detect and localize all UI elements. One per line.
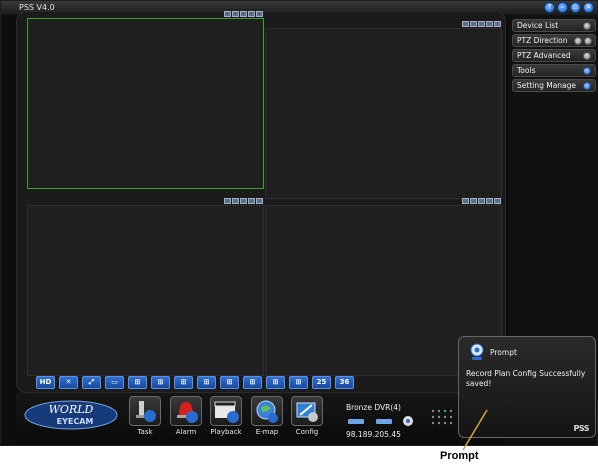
video-cell-2[interactable] [265, 21, 502, 199]
layout-9-icon[interactable]: ⊞ [197, 376, 216, 389]
webcam-icon [470, 343, 484, 360]
zoom-icon[interactable] [248, 198, 255, 204]
prompt-title: Prompt [490, 348, 517, 357]
minimize-icon[interactable]: – [557, 2, 568, 13]
task-icon [129, 396, 161, 426]
snapshot-icon[interactable] [224, 198, 231, 204]
snapshot-icon[interactable] [462, 21, 469, 27]
record-icon[interactable] [470, 21, 477, 27]
close-icon[interactable] [256, 11, 263, 17]
callout-line [462, 409, 488, 451]
task-button[interactable]: Task [127, 396, 163, 436]
svg-text:EYECAM: EYECAM [57, 417, 94, 426]
setting-manage-label: Setting Manage [517, 81, 577, 90]
video-cell-1[interactable] [27, 11, 264, 189]
record-icon[interactable] [232, 11, 239, 17]
ptz-advanced-label: PTZ Advanced [517, 51, 571, 60]
device-list-label: Device List [517, 21, 559, 30]
layout-16-icon[interactable]: ⊞ [243, 376, 262, 389]
prompt-message: Record Plan Config Successfully saved! [466, 369, 586, 388]
layout-13-icon[interactable]: ⊞ [220, 376, 239, 389]
setting-manage-tab[interactable]: Setting Manage [512, 79, 596, 92]
video-grid [27, 11, 502, 383]
alarm-icon [170, 396, 202, 426]
expand-icon[interactable] [583, 82, 591, 90]
expand-icon[interactable] [584, 37, 592, 45]
close-icon[interactable] [494, 21, 501, 27]
tools-tab[interactable]: Tools [512, 64, 596, 77]
ptz-direction-label: PTZ Direction [517, 36, 568, 45]
zoom-icon[interactable] [248, 11, 255, 17]
playback-button[interactable]: Playback [208, 396, 244, 436]
device-name: Bronze DVR(4) [346, 403, 401, 412]
restore-icon[interactable]: ▫ [570, 2, 581, 13]
video-cell-3[interactable] [27, 198, 264, 376]
settings-icon[interactable] [574, 37, 582, 45]
audio-icon[interactable] [478, 21, 485, 27]
record-icon[interactable] [232, 198, 239, 204]
config-label: Config [295, 428, 319, 436]
snapshot-icon[interactable] [224, 11, 231, 17]
layout-36-button[interactable]: 36 [335, 376, 354, 389]
record-icon[interactable] [470, 198, 477, 204]
emap-icon [251, 396, 283, 426]
ptz-direction-tab[interactable]: PTZ Direction [512, 34, 596, 47]
close-icon[interactable]: ✕ [583, 2, 594, 13]
layout-custom-icon[interactable]: ⊞ [289, 376, 308, 389]
emap-button[interactable]: E-map [249, 396, 285, 436]
alarm-button[interactable]: Alarm [168, 396, 204, 436]
layout-4-icon[interactable]: ⊞ [128, 376, 147, 389]
layout-6-icon[interactable]: ⊞ [151, 376, 170, 389]
fullscreen-icon[interactable]: ⤢ [82, 376, 101, 389]
playback-icon [210, 396, 242, 426]
audio-icon[interactable] [240, 198, 247, 204]
layout-8-icon[interactable]: ⊞ [174, 376, 193, 389]
alarm-label: Alarm [175, 428, 197, 436]
layout-25-button[interactable]: 25 [312, 376, 331, 389]
expand-icon[interactable] [583, 67, 591, 75]
config-button[interactable]: Config [289, 396, 325, 436]
close-icon[interactable] [256, 198, 263, 204]
window-controls: ? – ▫ ✕ [544, 2, 594, 13]
world-eyecam-logo: WORLD EYECAM [23, 398, 119, 432]
task-label: Task [137, 428, 153, 436]
config-icon [291, 396, 323, 426]
device-status: Bronze DVR(4) 98.189.205.45 [344, 401, 464, 441]
close-icon[interactable] [494, 198, 501, 204]
snapshot-icon[interactable] [462, 198, 469, 204]
expand-icon[interactable] [583, 52, 591, 60]
expand-icon[interactable] [583, 22, 591, 30]
zoom-icon[interactable] [486, 198, 493, 204]
hd-button[interactable]: HD [36, 376, 55, 389]
audio-icon[interactable] [240, 11, 247, 17]
cell-toolbar [462, 198, 501, 204]
device-status-icons [348, 416, 413, 426]
audio-icon[interactable] [478, 198, 485, 204]
emap-label: E-map [255, 428, 279, 436]
zoom-icon[interactable] [486, 21, 493, 27]
help-icon[interactable]: ? [544, 2, 555, 13]
device-ip: 98.189.205.45 [346, 430, 401, 439]
layout-20-icon[interactable]: ⊞ [266, 376, 285, 389]
layout-toolbar: HD ✕ ⤢ ▭ ⊞ ⊞ ⊞ ⊞ ⊞ ⊞ ⊞ ⊞ 25 36 [36, 376, 354, 389]
video-panel [16, 11, 506, 393]
cell-toolbar [224, 198, 263, 204]
callout-label: Prompt [440, 450, 479, 462]
device-list-tab[interactable]: Device List [512, 19, 596, 32]
ptz-advanced-tab[interactable]: PTZ Advanced [512, 49, 596, 62]
layout-1-icon[interactable]: ▭ [105, 376, 124, 389]
no-video-icon[interactable]: ✕ [59, 376, 78, 389]
svg-text:WORLD: WORLD [49, 403, 94, 416]
cell-toolbar [224, 11, 263, 17]
pss-brand: PSS [573, 424, 589, 433]
cell-toolbar [462, 21, 501, 27]
playback-label: Playback [210, 428, 242, 436]
tools-label: Tools [517, 66, 536, 75]
